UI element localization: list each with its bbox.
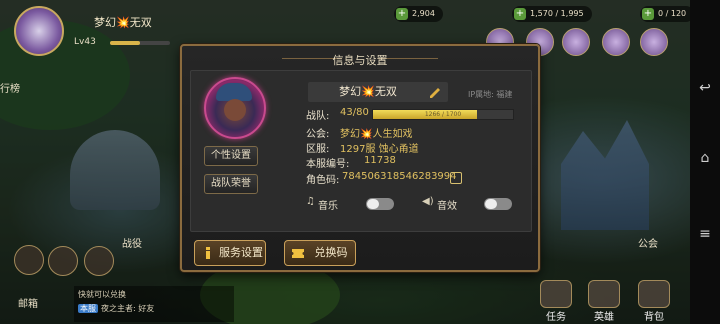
edit-pencil-icon[interactable] bbox=[428, 85, 442, 99]
player-name: 梦幻💥无双 bbox=[94, 16, 152, 29]
chat-line: 快就可以兑换 bbox=[78, 290, 126, 299]
add-icon[interactable]: + bbox=[396, 8, 408, 20]
info-icon bbox=[206, 247, 210, 259]
chat-channel-badge: 本服 bbox=[78, 304, 98, 313]
player-level: Lv43 bbox=[74, 37, 96, 47]
ip-location: IP属地: 福建 bbox=[468, 90, 513, 99]
event-icon[interactable] bbox=[640, 28, 668, 56]
home-icon[interactable]: ⌂ bbox=[697, 150, 713, 166]
name-field[interactable]: 梦幻💥无双 bbox=[308, 82, 448, 102]
sound-label: 音效 bbox=[437, 201, 457, 212]
friends-icon[interactable] bbox=[84, 246, 114, 276]
chat-line: 本服 夜之主者: 好友 bbox=[78, 304, 155, 313]
personal-settings-button[interactable]: 个性设置 bbox=[204, 146, 258, 166]
event-icon[interactable] bbox=[602, 28, 630, 56]
local-id-label: 本服编号: bbox=[306, 159, 350, 170]
player-name: 梦幻💥无双 bbox=[339, 85, 397, 98]
back-icon[interactable]: ↩ bbox=[697, 80, 713, 96]
local-id-value: 11738 bbox=[364, 155, 396, 166]
add-icon[interactable]: + bbox=[514, 8, 526, 20]
player-avatar[interactable] bbox=[14, 6, 64, 56]
chat-preview[interactable]: 快就可以兑换 本服 夜之主者: 好友 bbox=[74, 286, 234, 322]
role-code-label: 角色码: bbox=[306, 175, 340, 186]
exp-text: 1266 / 1700 bbox=[424, 111, 462, 118]
player-portrait[interactable] bbox=[204, 77, 266, 139]
event-icon[interactable] bbox=[562, 28, 590, 56]
guild-label[interactable]: 公会 bbox=[638, 235, 658, 250]
add-icon[interactable]: + bbox=[642, 8, 654, 20]
nav-bag[interactable]: 背包 bbox=[634, 280, 674, 323]
hero-icon bbox=[588, 280, 620, 308]
mailbox-icon[interactable] bbox=[14, 245, 44, 275]
campaign-label[interactable]: 战役 bbox=[122, 235, 142, 250]
resource-tickets[interactable]: +0 / 120 bbox=[640, 6, 695, 22]
resource-stamina[interactable]: +1,570 / 1,995 bbox=[512, 6, 592, 22]
music-toggle[interactable] bbox=[366, 198, 394, 210]
music-label: 音乐 bbox=[318, 201, 338, 212]
level-progress-bar bbox=[110, 41, 170, 45]
system-navigation-bar: ↩ ⌂ ≡ bbox=[690, 0, 720, 324]
mailbox-label[interactable]: 邮箱 bbox=[18, 295, 38, 310]
redeem-code-button[interactable]: 兑换码 bbox=[284, 240, 356, 266]
mail-icon[interactable] bbox=[48, 246, 78, 276]
resource-gems[interactable]: +2,904 bbox=[394, 6, 443, 22]
team-label: 战队: bbox=[306, 111, 330, 122]
info-settings-dialog: 信息与设置 个性设置 战队荣誉 梦幻💥无双 IP属地: 福建 战队: 43/80… bbox=[180, 44, 540, 272]
nav-quests[interactable]: 任务 bbox=[536, 280, 576, 323]
copy-icon[interactable] bbox=[450, 172, 462, 184]
quest-icon bbox=[540, 280, 572, 308]
face-icon bbox=[224, 99, 246, 121]
guild-value: 梦幻💥人生如戏 bbox=[340, 129, 413, 140]
music-icon: ♫ bbox=[306, 196, 315, 207]
guild-label: 公会: bbox=[306, 129, 330, 140]
coupon-icon bbox=[292, 249, 304, 258]
dialog-title: 信息与设置 bbox=[332, 54, 388, 67]
nav-heroes[interactable]: 英雄 bbox=[584, 280, 624, 323]
toggle-knob bbox=[367, 199, 379, 209]
team-value: 43/80 bbox=[340, 107, 369, 118]
sound-toggle[interactable] bbox=[484, 198, 512, 210]
service-settings-button[interactable]: 服务设置 bbox=[194, 240, 266, 266]
team-honor-button[interactable]: 战队荣誉 bbox=[204, 174, 258, 194]
menu-icon[interactable]: ≡ bbox=[697, 226, 713, 242]
player-profile-hud[interactable]: 梦幻💥无双 Lv43 bbox=[8, 4, 178, 56]
server-value: 1297服 蚀心甬道 bbox=[340, 144, 419, 155]
bag-icon bbox=[638, 280, 670, 308]
speaker-icon: ◀) bbox=[422, 196, 434, 207]
toggle-knob bbox=[485, 199, 497, 209]
server-label: 区服: bbox=[306, 144, 330, 155]
role-code-value: 784506318546283994 bbox=[342, 171, 457, 182]
team-exp-bar: 1266 / 1700 bbox=[372, 109, 514, 120]
leaderboard-tab[interactable]: 行榜 bbox=[0, 80, 20, 95]
